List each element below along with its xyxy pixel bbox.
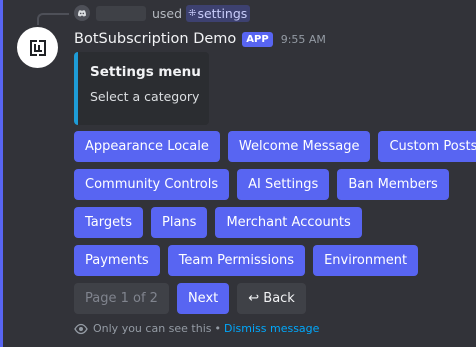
plans-button[interactable]: Plans <box>151 207 208 238</box>
command-name: settings <box>197 5 248 21</box>
ephemeral-footer: Only you can see this • Dismiss message <box>74 322 319 335</box>
settings-embed: Settings menu Select a category <box>74 52 209 125</box>
message-timestamp: 9:55 AM <box>280 32 326 46</box>
welcome-message-button[interactable]: Welcome Message <box>227 131 371 162</box>
button-row-2: Community Controls AI Settings Ban Membe… <box>74 169 476 200</box>
ban-members-button[interactable]: Ban Members <box>337 169 449 200</box>
command-mention[interactable]: ⁜ settings <box>186 4 251 22</box>
bot-name[interactable]: BotSubscription Demo <box>74 31 236 47</box>
environment-button[interactable]: Environment <box>313 245 419 276</box>
button-row-3: Targets Plans Merchant Accounts <box>74 207 476 238</box>
dismiss-message-link[interactable]: Dismiss message <box>224 322 319 335</box>
action-buttons: Appearance Locale Welcome Message Custom… <box>74 131 476 321</box>
bot-logo-icon <box>29 39 46 56</box>
reply-context[interactable]: used ⁜ settings <box>74 4 251 22</box>
reply-connector <box>37 13 69 25</box>
bot-avatar[interactable] <box>17 27 58 68</box>
embed-title: Settings menu <box>90 64 201 80</box>
eye-icon <box>74 323 88 335</box>
embed-description: Select a category <box>90 89 200 104</box>
ephemeral-notice: Only you can see this <box>93 322 212 335</box>
button-row-4: Payments Team Permissions Environment <box>74 245 476 276</box>
back-button[interactable]: ↩ Back <box>237 283 306 314</box>
ai-settings-button[interactable]: AI Settings <box>237 169 330 200</box>
discord-logo-icon <box>74 5 90 21</box>
footer-separator: • <box>214 322 222 335</box>
community-controls-button[interactable]: Community Controls <box>74 169 230 200</box>
redacted-username <box>96 5 146 21</box>
used-label: used <box>152 5 183 21</box>
targets-button[interactable]: Targets <box>74 207 143 238</box>
payments-button[interactable]: Payments <box>74 245 160 276</box>
merchant-accounts-button[interactable]: Merchant Accounts <box>215 207 362 238</box>
slash-command-icon: ⁜ <box>188 7 196 19</box>
next-page-button[interactable]: Next <box>176 283 230 314</box>
ephemeral-highlight-bar <box>0 0 3 347</box>
button-row-1: Appearance Locale Welcome Message Custom… <box>74 131 476 162</box>
custom-posts-button[interactable]: Custom Posts <box>378 131 476 162</box>
appearance-locale-button[interactable]: Appearance Locale <box>74 131 220 162</box>
team-permissions-button[interactable]: Team Permissions <box>167 245 306 276</box>
pagination-row: Page 1 of 2 Next ↩ Back <box>74 283 476 314</box>
page-indicator-button: Page 1 of 2 <box>74 283 169 314</box>
message-header: BotSubscription Demo APP 9:55 AM <box>74 29 326 49</box>
app-badge: APP <box>242 31 273 47</box>
